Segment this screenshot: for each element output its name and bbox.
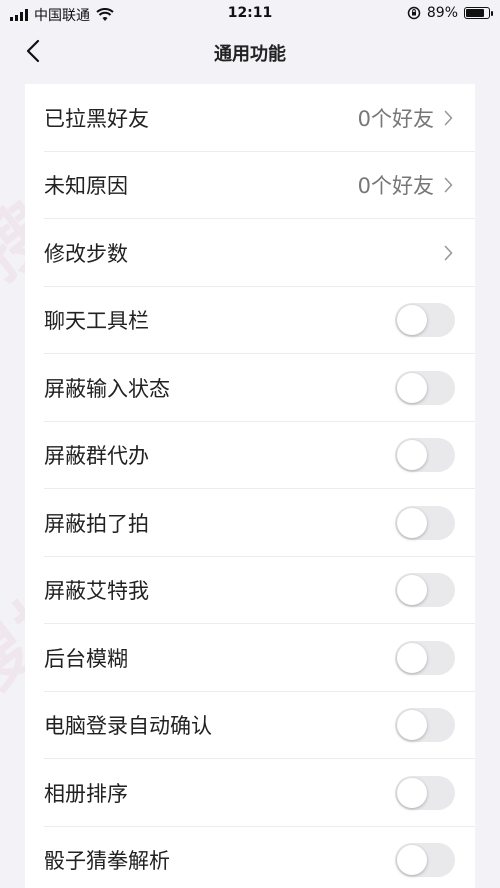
- toggle-knob: [397, 440, 427, 471]
- battery-icon: [464, 7, 493, 19]
- nav-bar: 通用功能: [0, 28, 500, 74]
- setting-label: 屏蔽群代办: [44, 444, 149, 469]
- setting-row-toggle: 后台模糊: [25, 624, 475, 692]
- setting-label: 屏蔽拍了拍: [44, 511, 149, 536]
- page-title: 通用功能: [214, 44, 286, 65]
- toggle-switch[interactable]: [395, 438, 455, 473]
- toggle-switch[interactable]: [395, 708, 455, 743]
- toggle-knob: [397, 777, 427, 808]
- orientation-lock-icon: [407, 6, 421, 20]
- toggle-switch[interactable]: [395, 303, 455, 338]
- toggle-switch[interactable]: [395, 573, 455, 608]
- setting-label: 聊天工具栏: [44, 309, 149, 334]
- setting-control: [395, 759, 455, 827]
- setting-control: [395, 827, 455, 888]
- setting-control: [395, 692, 455, 760]
- setting-row-toggle: 屏蔽群代办: [25, 422, 475, 490]
- setting-label: 骰子猜拳解析: [44, 849, 170, 874]
- setting-row-toggle: 屏蔽艾特我: [25, 557, 475, 625]
- setting-value: 0个好友: [357, 174, 434, 199]
- setting-label: 后台模糊: [44, 646, 128, 671]
- chevron-right-icon: [444, 244, 458, 262]
- setting-control: [395, 354, 455, 422]
- toggle-knob: [397, 507, 427, 538]
- toggle-knob: [397, 642, 427, 673]
- setting-row-toggle: 骰子猜拳解析: [25, 827, 475, 888]
- status-right: 89%: [407, 5, 493, 21]
- setting-control: 0个好友: [358, 84, 458, 152]
- settings-list: 已拉黑好友 0个好友 未知原因 0个好友 修改步数 聊天工具栏 屏蔽输入状态 屏蔽群代办 屏蔽拍…: [25, 84, 475, 888]
- toggle-switch[interactable]: [395, 775, 455, 810]
- setting-label: 屏蔽输入状态: [44, 376, 170, 401]
- toggle-switch[interactable]: [395, 640, 455, 675]
- setting-row-link[interactable]: 未知原因 0个好友: [25, 152, 475, 220]
- battery-percent: 89%: [426, 5, 458, 21]
- setting-row-toggle: 屏蔽拍了拍: [25, 489, 475, 557]
- setting-control: 0个好友: [358, 152, 458, 220]
- setting-row-toggle: 聊天工具栏: [25, 287, 475, 355]
- toggle-knob: [397, 575, 427, 606]
- setting-control: [395, 489, 455, 557]
- toggle-knob: [397, 845, 427, 876]
- toggle-switch[interactable]: [395, 370, 455, 405]
- setting-label: 修改步数: [44, 241, 128, 266]
- setting-value: 0个好友: [357, 106, 434, 131]
- toggle-knob: [397, 372, 427, 403]
- setting-control: [395, 557, 455, 625]
- setting-control: [395, 624, 455, 692]
- setting-control: [434, 219, 458, 287]
- setting-row-link[interactable]: 已拉黑好友 0个好友: [25, 84, 475, 152]
- setting-label: 相册排序: [44, 781, 128, 806]
- setting-label: 电脑登录自动确认: [44, 714, 212, 739]
- toggle-knob: [397, 710, 427, 741]
- setting-label: 未知原因: [44, 174, 128, 199]
- toggle-switch[interactable]: [395, 843, 455, 878]
- setting-control: [395, 422, 455, 490]
- setting-label: 屏蔽艾特我: [44, 579, 149, 604]
- setting-row-link[interactable]: 修改步数: [25, 219, 475, 287]
- toggle-switch[interactable]: [395, 505, 455, 540]
- toggle-knob: [397, 305, 427, 336]
- setting-row-toggle: 电脑登录自动确认: [25, 692, 475, 760]
- status-bar: 中国联通 12:11 89%: [0, 0, 500, 28]
- setting-row-toggle: 相册排序: [25, 759, 475, 827]
- setting-row-toggle: 屏蔽输入状态: [25, 354, 475, 422]
- setting-control: [395, 287, 455, 355]
- chevron-right-icon: [444, 176, 458, 194]
- chevron-right-icon: [444, 109, 458, 127]
- setting-label: 已拉黑好友: [44, 106, 149, 131]
